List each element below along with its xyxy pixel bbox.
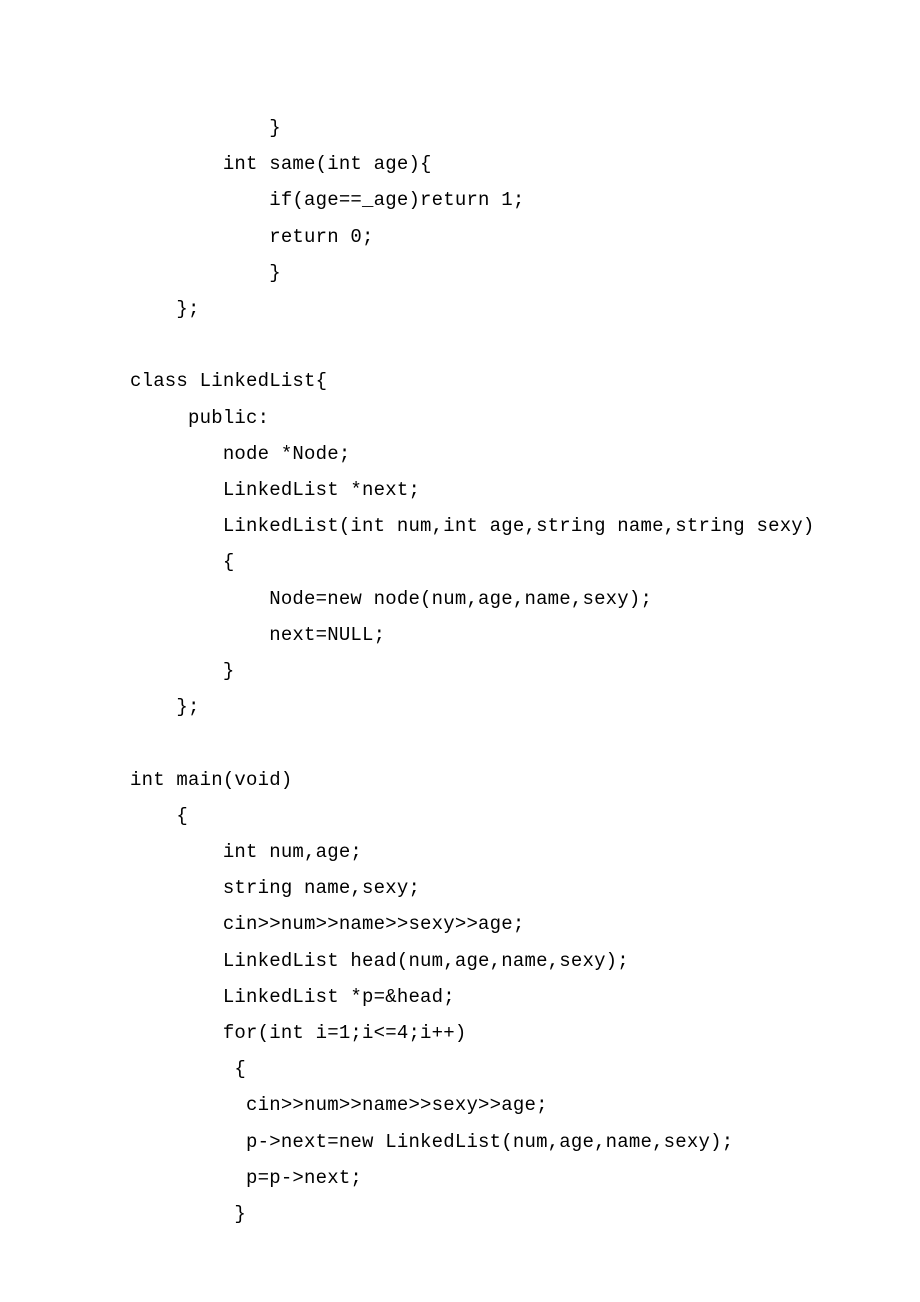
code-line: } xyxy=(130,117,281,139)
code-line: LinkedList *next; xyxy=(130,479,420,501)
code-line: } xyxy=(130,660,234,682)
code-line: string name,sexy; xyxy=(130,877,420,899)
code-line: LinkedList(int num,int age,string name,s… xyxy=(130,515,815,537)
code-line: { xyxy=(130,551,234,573)
code-line: } xyxy=(130,1203,246,1225)
code-line: }; xyxy=(130,298,200,320)
code-line: p->next=new LinkedList(num,age,name,sexy… xyxy=(130,1131,733,1153)
code-line: return 0; xyxy=(130,226,374,248)
code-line: class LinkedList{ xyxy=(130,370,327,392)
code-line: if(age==_age)return 1; xyxy=(130,189,524,211)
code-line: { xyxy=(130,805,188,827)
code-line: cin>>num>>name>>sexy>>age; xyxy=(130,1094,548,1116)
code-line: int main(void) xyxy=(130,769,292,791)
code-line: for(int i=1;i<=4;i++) xyxy=(130,1022,466,1044)
code-line: next=NULL; xyxy=(130,624,385,646)
code-line: public: xyxy=(130,407,269,429)
code-line: } xyxy=(130,262,281,284)
code-line: }; xyxy=(130,696,200,718)
code-line: p=p->next; xyxy=(130,1167,362,1189)
code-line: { xyxy=(130,1058,246,1080)
code-block: } int same(int age){ if(age==_age)return… xyxy=(0,0,920,1232)
code-line: LinkedList head(num,age,name,sexy); xyxy=(130,950,629,972)
code-line: LinkedList *p=&head; xyxy=(130,986,455,1008)
code-line: cin>>num>>name>>sexy>>age; xyxy=(130,913,524,935)
code-line: int num,age; xyxy=(130,841,362,863)
code-line: Node=new node(num,age,name,sexy); xyxy=(130,588,652,610)
code-line: node *Node; xyxy=(130,443,350,465)
code-line: int same(int age){ xyxy=(130,153,432,175)
